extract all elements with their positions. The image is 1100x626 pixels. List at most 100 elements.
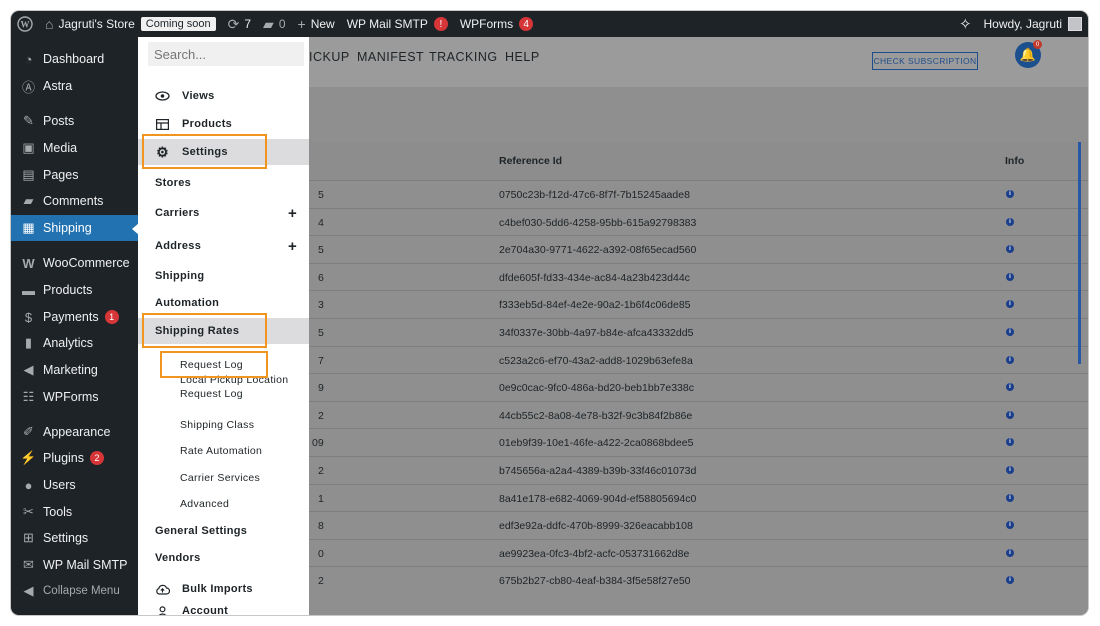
info-icon[interactable]: i — [1006, 493, 1014, 502]
updates-link[interactable]: ⟳ 7 — [222, 11, 257, 37]
dashboard-icon: ◔ — [24, 51, 33, 67]
sidebar-item-woocommerce[interactable]: W WooCommerce — [11, 250, 138, 276]
sidebar-item-payments[interactable]: $ Payments 1 — [11, 304, 138, 330]
sidebar-item-label: Shipping — [43, 221, 92, 235]
flyout-item-general-settings[interactable]: General Settings — [138, 518, 309, 544]
expand-plus-icon[interactable]: + — [288, 205, 297, 222]
info-icon[interactable]: i — [1006, 272, 1014, 281]
sidebar-item-shipping[interactable]: ▦ Shipping — [11, 215, 139, 241]
info-icon[interactable]: i — [1006, 521, 1014, 530]
flyout-item-label: Vendors — [155, 552, 201, 564]
sidebar-item-label: Payments — [43, 310, 99, 324]
scrollbar[interactable] — [1078, 142, 1081, 364]
wordpress-logo-icon[interactable]: W — [11, 11, 39, 37]
flyout-item-views[interactable]: Views — [138, 83, 309, 109]
sidebar-item-posts[interactable]: ✎ Posts — [11, 108, 138, 134]
flyout-subitem-shipping-class[interactable]: Shipping Class — [138, 412, 309, 438]
nav-tracking[interactable]: TRACKING — [429, 50, 498, 64]
sidebar-item-label: Pages — [43, 168, 79, 182]
expand-plus-icon[interactable]: + — [288, 238, 297, 255]
new-content-link[interactable]: + New — [292, 11, 341, 37]
flyout-item-carriers[interactable]: Carriers + — [138, 200, 309, 226]
sidebar-item-marketing[interactable]: ◀ Marketing — [11, 357, 138, 383]
brush-icon: ✐ — [23, 424, 34, 439]
cell-partial-id: 9 — [318, 382, 324, 395]
refresh-icon: ⟳ — [227, 15, 240, 32]
flyout-item-address[interactable]: Address + — [138, 233, 309, 259]
sidebar-item-settings[interactable]: ⊞ Settings — [11, 525, 138, 551]
info-icon[interactable]: i — [1006, 217, 1014, 226]
sidebar-item-label: Collapse Menu — [43, 585, 120, 597]
sidebar-item-wpforms[interactable]: ☷ WPForms — [11, 384, 138, 410]
info-icon[interactable]: i — [1006, 410, 1014, 419]
flyout-item-stores[interactable]: Stores — [138, 170, 309, 196]
info-icon[interactable]: i — [1006, 438, 1014, 447]
sidebar-item-label: Settings — [43, 531, 89, 545]
info-icon[interactable]: i — [1006, 548, 1014, 557]
flyout-subitem-advanced[interactable]: Advanced — [138, 491, 309, 517]
flyout-subitem-rate-automation[interactable]: Rate Automation — [138, 438, 309, 464]
sidebar-item-pages[interactable]: ▤ Pages — [11, 162, 138, 188]
flyout-item-bulk-imports[interactable]: Bulk Imports — [138, 576, 309, 602]
cell-reference-id: f333eb5d-84ef-4e2e-90a2-1b6f4c06de85 — [499, 299, 691, 312]
cell-reference-id: c523a2c6-ef70-43a2-add8-1029b63efe8a — [499, 354, 693, 367]
cell-partial-id: 2 — [318, 465, 324, 477]
info-icon[interactable]: i — [1006, 300, 1014, 309]
flyout-subitem-carrier-services[interactable]: Carrier Services — [138, 465, 309, 491]
sidebar-item-appearance[interactable]: ✐ Appearance — [11, 419, 138, 445]
wpforms-link[interactable]: WPForms 4 — [454, 11, 539, 37]
sidebar-item-label: WooCommerce — [43, 256, 130, 270]
wrench-icon: ✂ — [23, 504, 34, 519]
sidebar-item-analytics[interactable]: ▮ Analytics — [11, 330, 138, 356]
sidebar-item-label: Analytics — [43, 336, 94, 350]
sidebar-item-tools[interactable]: ✂ Tools — [11, 499, 138, 525]
account-link[interactable]: Howdy, Jagruti — [978, 11, 1088, 37]
site-name-link[interactable]: ⌂ Jagruti's Store Coming soon — [39, 11, 222, 37]
nav-help[interactable]: HELP — [505, 50, 540, 64]
sidebar-item-label: Astra — [43, 79, 73, 93]
flyout-item-vendors[interactable]: Vendors — [138, 545, 309, 571]
flyout-item-shipping[interactable]: Shipping — [138, 263, 309, 289]
flyout-item-label: Carriers — [155, 207, 200, 219]
flyout-item-label: Bulk Imports — [182, 583, 253, 595]
coming-soon-badge[interactable]: Coming soon — [140, 17, 216, 31]
sidebar-item-plugins[interactable]: ⚡ Plugins 2 — [11, 445, 138, 471]
cell-partial-id: 8 — [318, 520, 324, 533]
sidebar-item-users[interactable]: ● Users — [11, 472, 138, 498]
info-icon[interactable]: i — [1006, 245, 1014, 254]
user-icon: ● — [24, 477, 33, 493]
check-subscription-button[interactable]: CHECK SUBSCRIPTION — [872, 52, 978, 70]
highlight-request-log — [160, 351, 268, 378]
info-icon[interactable]: i — [1006, 328, 1014, 336]
collapse-menu-button[interactable]: ◀ Collapse Menu — [11, 578, 138, 604]
grid-icon: ▦ — [22, 220, 35, 235]
sidebar-item-dashboard[interactable]: ◔ Dashboard — [11, 46, 138, 72]
flyout-item-account[interactable]: Account — [138, 604, 309, 615]
plug-icon: ⚡ — [20, 450, 37, 465]
sidebar-item-comments[interactable]: ▰ Comments — [11, 188, 138, 214]
site-name: Jagruti's Store — [58, 17, 135, 31]
info-icon[interactable]: i — [1006, 355, 1014, 364]
wp-mail-smtp-link[interactable]: WP Mail SMTP ! — [341, 11, 454, 37]
cell-reference-id: 44cb55c2-8a08-4e78-b32f-9c3b84f2b86e — [499, 409, 693, 422]
info-icon[interactable]: i — [1006, 383, 1014, 392]
sidebar-item-products[interactable]: ▬ Products — [11, 277, 138, 303]
sidebar-item-media[interactable]: ▣ Media — [11, 135, 138, 161]
info-icon[interactable]: i — [1006, 190, 1014, 198]
info-icon[interactable]: i — [1006, 576, 1014, 585]
cell-reference-id: b745656a-a2a4-4389-b39b-33f46c01073d — [499, 465, 697, 477]
sidebar-item-label: Products — [43, 283, 93, 297]
info-icon[interactable]: i — [1006, 466, 1014, 474]
sparkle-icon[interactable]: ✧ — [953, 11, 978, 37]
avatar — [1068, 17, 1082, 31]
flyout-search-input[interactable] — [148, 42, 304, 66]
howdy-text: Howdy, Jagruti — [983, 17, 1062, 31]
comments-link[interactable]: ▰ 0 — [257, 11, 291, 37]
column-reference-id: Reference Id — [499, 155, 563, 167]
sidebar-item-wp-mail-smtp[interactable]: ✉ WP Mail SMTP — [11, 552, 138, 578]
sidebar-item-astra[interactable]: Ⓐ Astra — [11, 73, 138, 99]
nav-pickup[interactable]: ICKUP — [309, 50, 350, 64]
nav-manifest[interactable]: MANIFEST — [357, 50, 424, 64]
wpforms-label: WPForms — [459, 17, 514, 31]
cell-reference-id: 675b2b27-cb80-4eaf-b384-3f5e58f27e50 — [499, 575, 691, 588]
